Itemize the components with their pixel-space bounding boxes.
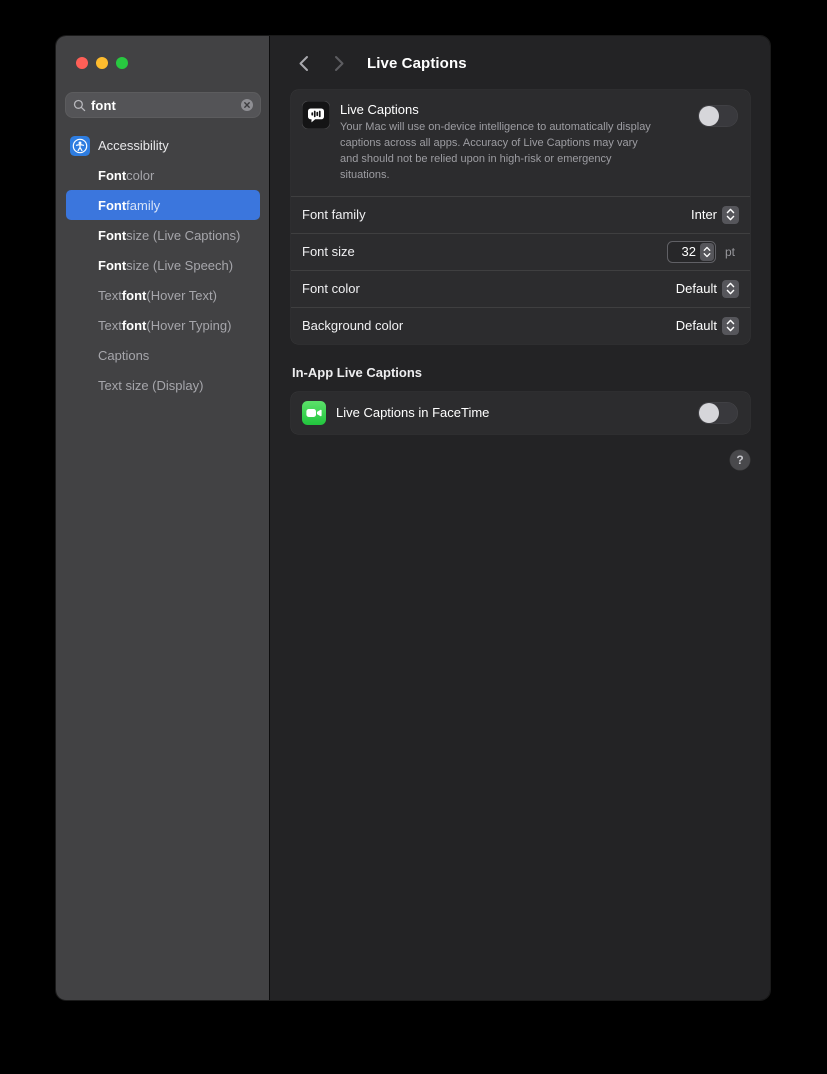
chevron-left-icon xyxy=(298,55,309,72)
facetime-card: Live Captions in FaceTime xyxy=(291,392,750,434)
sidebar-item-accessibility[interactable]: Accessibility xyxy=(66,131,260,160)
font-family-popup-button[interactable] xyxy=(722,206,739,224)
item-text: family xyxy=(126,198,160,213)
chevron-right-icon xyxy=(334,55,345,72)
item-text: Text xyxy=(98,288,122,303)
chevron-up-down-icon xyxy=(703,246,711,258)
item-text-match: font xyxy=(122,288,147,303)
live-captions-icon xyxy=(302,101,330,129)
sidebar-item-font-family[interactable]: Font family xyxy=(66,190,260,220)
settings-window: font Accessibility Font color xyxy=(56,36,770,1000)
live-captions-texts: Live Captions Your Mac will use on-devic… xyxy=(340,101,672,184)
sidebar-item-font-size-live-captions[interactable]: Font size (Live Captions) xyxy=(66,220,260,250)
chevron-up-down-icon xyxy=(726,319,735,332)
background-color-label: Background color xyxy=(302,318,676,333)
font-size-unit: pt xyxy=(725,245,739,259)
font-color-value: Default xyxy=(676,281,717,296)
facetime-icon xyxy=(302,401,326,425)
live-captions-description: Your Mac will use on-device intelligence… xyxy=(340,120,658,184)
close-window-button[interactable] xyxy=(76,57,88,69)
font-color-popup-button[interactable] xyxy=(722,280,739,298)
item-text-match: Font xyxy=(98,168,126,183)
search-value[interactable]: font xyxy=(91,98,235,113)
font-family-label: Font family xyxy=(302,207,691,222)
search-icon xyxy=(73,99,86,112)
live-captions-card: Live Captions Your Mac will use on-devic… xyxy=(291,90,750,344)
background-color-value: Default xyxy=(676,318,717,333)
font-size-label: Font size xyxy=(302,244,667,259)
item-text: Captions xyxy=(98,348,149,363)
sidebar-item-text-font-hover-text[interactable]: Text font (Hover Text) xyxy=(66,280,260,310)
item-text: size (Live Speech) xyxy=(126,258,233,273)
content-header: Live Captions xyxy=(270,36,770,90)
chevron-up-down-icon xyxy=(726,282,735,295)
font-color-row: Font color Default xyxy=(291,270,750,307)
item-text-match: Font xyxy=(98,198,126,213)
item-text-match: Font xyxy=(98,228,126,243)
back-button[interactable] xyxy=(292,52,314,74)
font-size-stepper[interactable] xyxy=(700,243,714,261)
page-title: Live Captions xyxy=(367,55,467,72)
item-text: (Hover Typing) xyxy=(146,318,231,333)
item-text: (Hover Text) xyxy=(146,288,217,303)
search-input[interactable]: font xyxy=(66,93,260,117)
minimize-window-button[interactable] xyxy=(96,57,108,69)
accessibility-icon xyxy=(70,136,90,156)
settings-scroll-area: Live Captions Your Mac will use on-devic… xyxy=(270,90,770,1000)
item-text: size (Live Captions) xyxy=(126,228,240,243)
facetime-row: Live Captions in FaceTime xyxy=(291,392,750,434)
chevron-up-down-icon xyxy=(726,208,735,221)
live-captions-toggle[interactable] xyxy=(698,105,738,127)
sidebar-item-font-color[interactable]: Font color xyxy=(66,160,260,190)
item-text: color xyxy=(126,168,154,183)
sidebar-nav: Accessibility Font color Font family Fon… xyxy=(66,131,260,400)
window-controls xyxy=(76,57,260,69)
sidebar-item-font-size-live-speech[interactable]: Font size (Live Speech) xyxy=(66,250,260,280)
font-family-row: Font family Inter xyxy=(291,196,750,233)
item-text: Text size (Display) xyxy=(98,378,203,393)
item-text-match: Font xyxy=(98,258,126,273)
sidebar: font Accessibility Font color xyxy=(56,36,270,1000)
sidebar-item-captions[interactable]: Captions xyxy=(66,340,260,370)
background-color-row: Background color Default xyxy=(291,307,750,344)
font-size-row: Font size 32 pt xyxy=(291,233,750,270)
facetime-toggle[interactable] xyxy=(698,402,738,424)
item-text-match: font xyxy=(122,318,147,333)
font-color-label: Font color xyxy=(302,281,676,296)
item-text: Text xyxy=(98,318,122,333)
content-pane: Live Captions Live Captions Your Mac xyxy=(270,36,770,1000)
question-mark-icon: ? xyxy=(736,453,743,467)
live-captions-row: Live Captions Your Mac will use on-devic… xyxy=(291,90,750,196)
font-size-field[interactable]: 32 xyxy=(667,241,716,263)
zoom-window-button[interactable] xyxy=(116,57,128,69)
sidebar-item-label: Accessibility xyxy=(98,138,169,153)
help-button[interactable]: ? xyxy=(730,450,750,470)
font-size-value[interactable]: 32 xyxy=(669,244,696,259)
toggle-knob xyxy=(699,106,719,126)
background-color-popup-button[interactable] xyxy=(722,317,739,335)
sidebar-item-text-font-hover-typing[interactable]: Text font (Hover Typing) xyxy=(66,310,260,340)
font-family-value: Inter xyxy=(691,207,717,222)
toggle-knob xyxy=(699,403,719,423)
sidebar-item-text-size-display[interactable]: Text size (Display) xyxy=(66,370,260,400)
clear-search-icon[interactable] xyxy=(240,98,254,112)
in-app-section-title: In-App Live Captions xyxy=(292,365,750,380)
facetime-label: Live Captions in FaceTime xyxy=(336,405,698,420)
forward-button[interactable] xyxy=(328,52,350,74)
live-captions-title: Live Captions xyxy=(340,102,672,117)
